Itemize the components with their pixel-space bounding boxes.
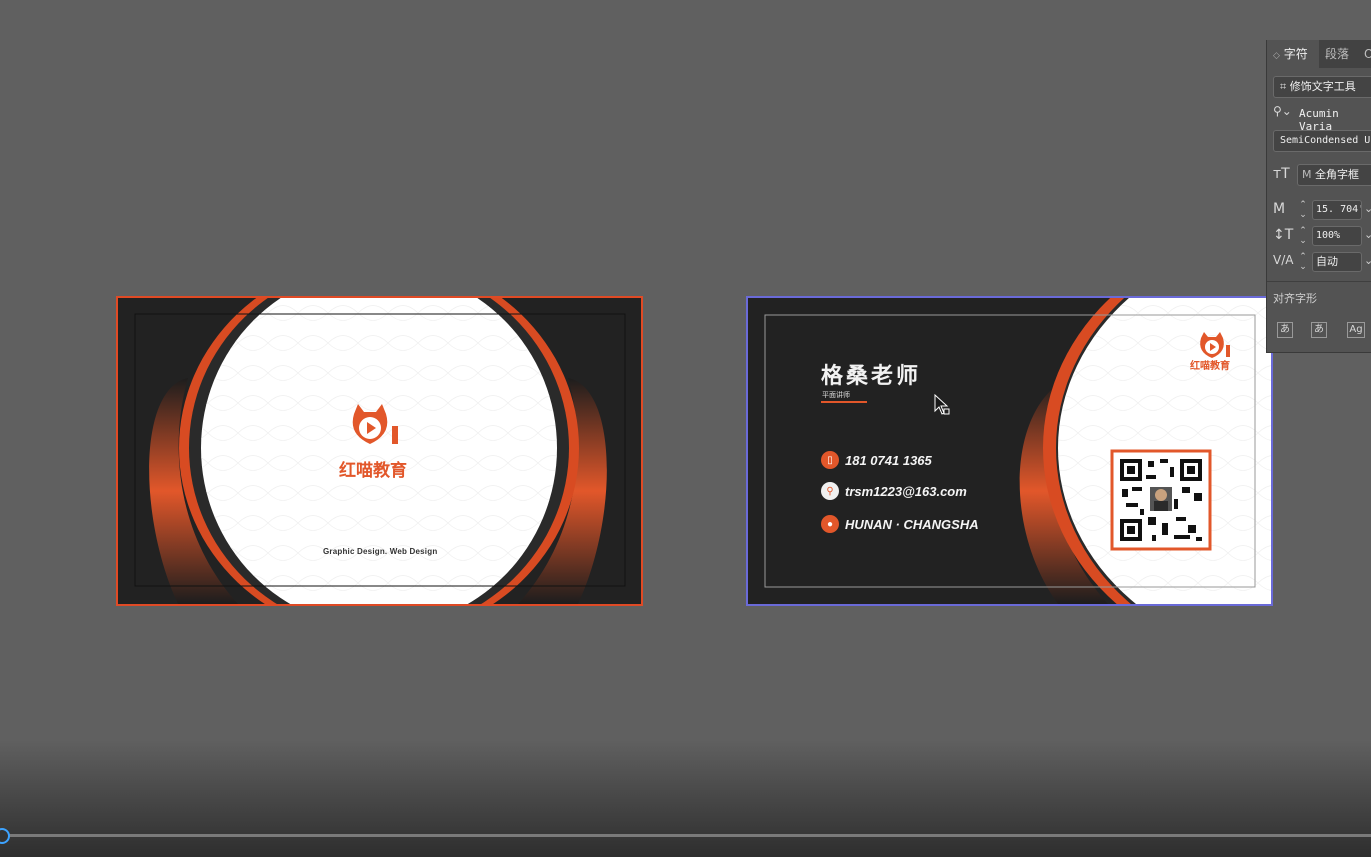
vscale-dropdown-icon[interactable]: ⌄ xyxy=(1364,228,1371,241)
contact-phone: 181 0741 1365 xyxy=(845,452,932,468)
back-logo-text: 红喵教育 xyxy=(1190,361,1230,372)
person-title: 平面讲师 xyxy=(822,391,850,399)
front-tagline: Graphic Design. Web Design xyxy=(323,547,438,556)
contact-address-row: ● HUNAN · CHANGSHA xyxy=(821,515,979,533)
kerning-dropdown-icon[interactable]: ⌄ xyxy=(1364,254,1371,267)
business-card-back[interactable]: 红喵教育 格桑老师 平面讲师 ▯ 181 0741 1365 ⚲ trsm122… xyxy=(748,298,1271,604)
size-stepper-icon[interactable]: ⌃ ⌄ xyxy=(1297,200,1309,220)
card-front-artwork xyxy=(118,298,641,604)
character-panel: ◇ 字符 段落 O ⌗ 修饰文字工具 ⚲⌄ Acumin Varia SemiC… xyxy=(1266,40,1371,353)
em-size-icon: M xyxy=(1273,201,1286,217)
snap-baseline-icon[interactable]: あ xyxy=(1277,322,1293,338)
person-name: 格桑老师 xyxy=(821,364,922,389)
contact-phone-row: ▯ 181 0741 1365 xyxy=(821,451,932,469)
vscale-stepper-icon[interactable]: ⌃ ⌄ xyxy=(1297,226,1309,246)
location-pin-icon: ● xyxy=(821,515,839,533)
kerning-input[interactable]: 自动 xyxy=(1312,252,1362,272)
snap-to-glyph-label: 对齐字形 xyxy=(1273,292,1317,305)
vertical-scale-input[interactable]: 100% xyxy=(1312,226,1362,246)
size-input[interactable]: 15. 704' xyxy=(1312,200,1362,220)
bottom-shade xyxy=(0,740,1371,857)
phone-icon: ▯ xyxy=(821,451,839,469)
tab-character[interactable]: ◇ 字符 xyxy=(1267,40,1319,68)
business-card-front[interactable]: 红喵教育 Graphic Design. Web Design xyxy=(118,298,641,604)
size-dropdown-icon[interactable]: ⌄ xyxy=(1364,202,1371,215)
search-icon[interactable]: ⚲⌄ xyxy=(1273,104,1292,118)
em-box-glyph: M xyxy=(1302,168,1312,181)
font-size-icon: ᴛT xyxy=(1273,166,1290,182)
qr-code xyxy=(1110,449,1212,551)
touch-type-tool-button[interactable]: ⌗ 修饰文字工具 xyxy=(1273,76,1371,98)
panel-divider xyxy=(1267,281,1371,282)
em-box-select[interactable]: M 全角字框 xyxy=(1297,164,1371,186)
snap-xheight-icon[interactable]: あ xyxy=(1311,322,1327,338)
vertical-scale-icon: ↕T xyxy=(1273,227,1294,243)
tab-paragraph[interactable]: 段落 xyxy=(1325,40,1349,68)
front-logo-text: 红喵教育 xyxy=(339,461,407,481)
touch-type-icon: ⌗ xyxy=(1280,80,1287,93)
tab-opentype[interactable]: O xyxy=(1364,40,1371,68)
video-progress-track[interactable] xyxy=(0,834,1371,837)
kerning-stepper-icon[interactable]: ⌃ ⌄ xyxy=(1297,252,1309,272)
snap-glyph-bounds-icon[interactable]: Ag xyxy=(1347,322,1365,338)
contact-address: HUNAN · CHANGSHA xyxy=(845,516,979,532)
panel-tab-bar: ◇ 字符 段落 O xyxy=(1267,40,1371,68)
contact-email-row: ⚲ trsm1223@163.com xyxy=(821,482,967,500)
kerning-icon: V/A xyxy=(1273,253,1294,267)
mouse-cursor-icon xyxy=(934,394,950,415)
font-style-field[interactable]: SemiCondensed Ul xyxy=(1273,130,1371,152)
contact-email: trsm1223@163.com xyxy=(845,483,967,499)
panel-collapse-icon[interactable]: ◇ xyxy=(1273,51,1280,61)
link-icon: ⚲ xyxy=(821,482,839,500)
